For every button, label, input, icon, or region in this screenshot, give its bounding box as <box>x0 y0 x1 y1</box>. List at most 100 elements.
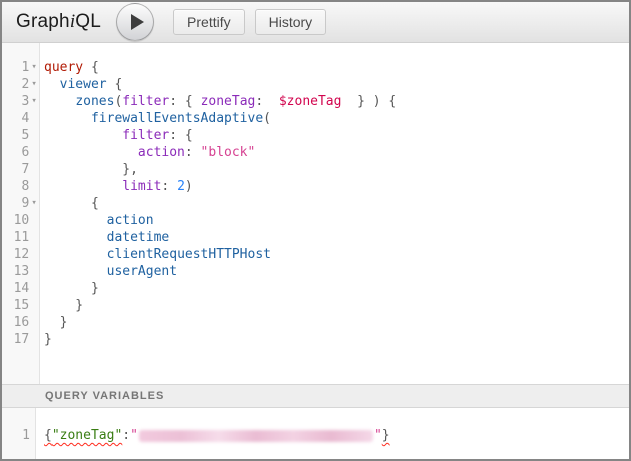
fold-spacer <box>29 263 39 280</box>
graphiql-logo: GraphiQL <box>16 11 101 33</box>
gutter-row: 11 <box>2 229 39 246</box>
history-button[interactable]: History <box>255 9 327 35</box>
line-number: 10 <box>2 212 29 229</box>
query-editor-code[interactable]: query { viewer { zones(filter: { zoneTag… <box>41 43 629 348</box>
code-token: zones <box>75 94 114 109</box>
line-number: 7 <box>2 161 29 178</box>
gutter-row: 7 <box>2 161 39 178</box>
gutter-row: 8 <box>2 178 39 195</box>
line-number: 11 <box>2 229 29 246</box>
code-line[interactable]: } <box>44 297 629 314</box>
graphiql-app: GraphiQL Prettify History 1▾2▾3▾456789▾1… <box>0 0 631 461</box>
code-token: { <box>83 60 99 75</box>
code-token: } <box>44 315 67 330</box>
gutter-row: 14 <box>2 280 39 297</box>
logo-text: Graph <box>16 11 70 32</box>
fold-spacer <box>29 161 39 178</box>
play-triangle-icon <box>131 14 144 30</box>
code-token: } <box>44 332 52 347</box>
fold-spacer <box>29 280 39 297</box>
code-token <box>44 213 107 228</box>
line-number: 1 <box>2 59 29 76</box>
code-token: { <box>44 428 52 443</box>
fold-spacer <box>29 144 39 161</box>
code-line[interactable]: { <box>44 195 629 212</box>
code-line[interactable]: } <box>44 280 629 297</box>
code-line[interactable]: action: "block" <box>44 144 629 161</box>
query-variables-titlebar[interactable]: QUERY VARIABLES <box>2 384 629 408</box>
gutter-row: 1 <box>2 427 35 444</box>
code-token: : <box>122 428 130 443</box>
code-token: firewallEventsAdaptive <box>91 111 263 126</box>
code-line[interactable]: }, <box>44 161 629 178</box>
code-line[interactable]: zones(filter: { zoneTag: $zoneTag } ) { <box>44 93 629 110</box>
fold-spacer <box>29 314 39 331</box>
fold-arrow-icon[interactable]: ▾ <box>29 76 39 93</box>
line-number: 13 <box>2 263 29 280</box>
code-token: : <box>255 94 278 109</box>
code-line[interactable]: action <box>44 212 629 229</box>
code-token: action <box>138 145 185 160</box>
gutter-row: 13 <box>2 263 39 280</box>
line-number: 5 <box>2 127 29 144</box>
fold-spacer <box>29 246 39 263</box>
code-token: : <box>161 179 177 194</box>
gutter-row: 5 <box>2 127 39 144</box>
code-token <box>44 179 122 194</box>
code-token: viewer <box>60 77 107 92</box>
code-token: datetime <box>107 230 170 245</box>
query-editor[interactable]: 1▾2▾3▾456789▾1011121314151617 query { vi… <box>2 43 629 384</box>
line-number: 2 <box>2 76 29 93</box>
code-line[interactable]: firewallEventsAdaptive( <box>44 110 629 127</box>
code-line[interactable]: userAgent <box>44 263 629 280</box>
code-line[interactable]: } <box>44 331 629 348</box>
code-token: } ) { <box>341 94 396 109</box>
code-line[interactable]: filter: { <box>44 127 629 144</box>
gutter-row: 15 <box>2 297 39 314</box>
code-token <box>44 77 60 92</box>
code-line[interactable]: } <box>44 314 629 331</box>
code-token <box>44 145 138 160</box>
code-line[interactable]: limit: 2) <box>44 178 629 195</box>
variables-editor[interactable]: 1 {"zoneTag":""} <box>2 408 629 459</box>
line-number: 9 <box>2 195 29 212</box>
code-token <box>44 247 107 262</box>
code-token <box>44 128 122 143</box>
prettify-button[interactable]: Prettify <box>173 9 245 35</box>
code-token: zoneTag <box>201 94 256 109</box>
gutter-row: 10 <box>2 212 39 229</box>
code-line[interactable]: datetime <box>44 229 629 246</box>
fold-arrow-icon[interactable]: ▾ <box>29 195 39 212</box>
code-line[interactable]: clientRequestHTTPHost <box>44 246 629 263</box>
code-token: clientRequestHTTPHost <box>107 247 271 262</box>
code-line[interactable]: query { <box>44 59 629 76</box>
gutter-row: 16 <box>2 314 39 331</box>
execute-query-button[interactable] <box>116 3 154 41</box>
variables-editor-code[interactable]: {"zoneTag":""} <box>37 408 629 444</box>
fold-arrow-icon[interactable]: ▾ <box>29 93 39 110</box>
code-token: action <box>107 213 154 228</box>
code-line[interactable]: viewer { <box>44 76 629 93</box>
logo-text: QL <box>75 11 101 32</box>
fold-arrow-icon[interactable]: ▾ <box>29 59 39 76</box>
code-token <box>44 111 91 126</box>
code-token: 2 <box>177 179 185 194</box>
query-editor-gutter: 1▾2▾3▾456789▾1011121314151617 <box>2 43 40 384</box>
line-number: 4 <box>2 110 29 127</box>
fold-spacer <box>29 229 39 246</box>
line-number: 15 <box>2 297 29 314</box>
code-line[interactable]: {"zoneTag":""} <box>44 427 629 444</box>
code-token: } <box>382 428 390 443</box>
line-number: 12 <box>2 246 29 263</box>
query-variables-title: QUERY VARIABLES <box>45 390 164 402</box>
code-token: ) <box>185 179 193 194</box>
code-token: { <box>44 196 99 211</box>
code-token <box>44 94 75 109</box>
fold-spacer <box>29 297 39 314</box>
fold-spacer <box>29 212 39 229</box>
code-token: "zoneTag" <box>52 428 122 443</box>
code-token: query <box>44 60 83 75</box>
code-token: filter <box>122 94 169 109</box>
gutter-row: 1▾ <box>2 59 39 76</box>
line-number: 14 <box>2 280 29 297</box>
